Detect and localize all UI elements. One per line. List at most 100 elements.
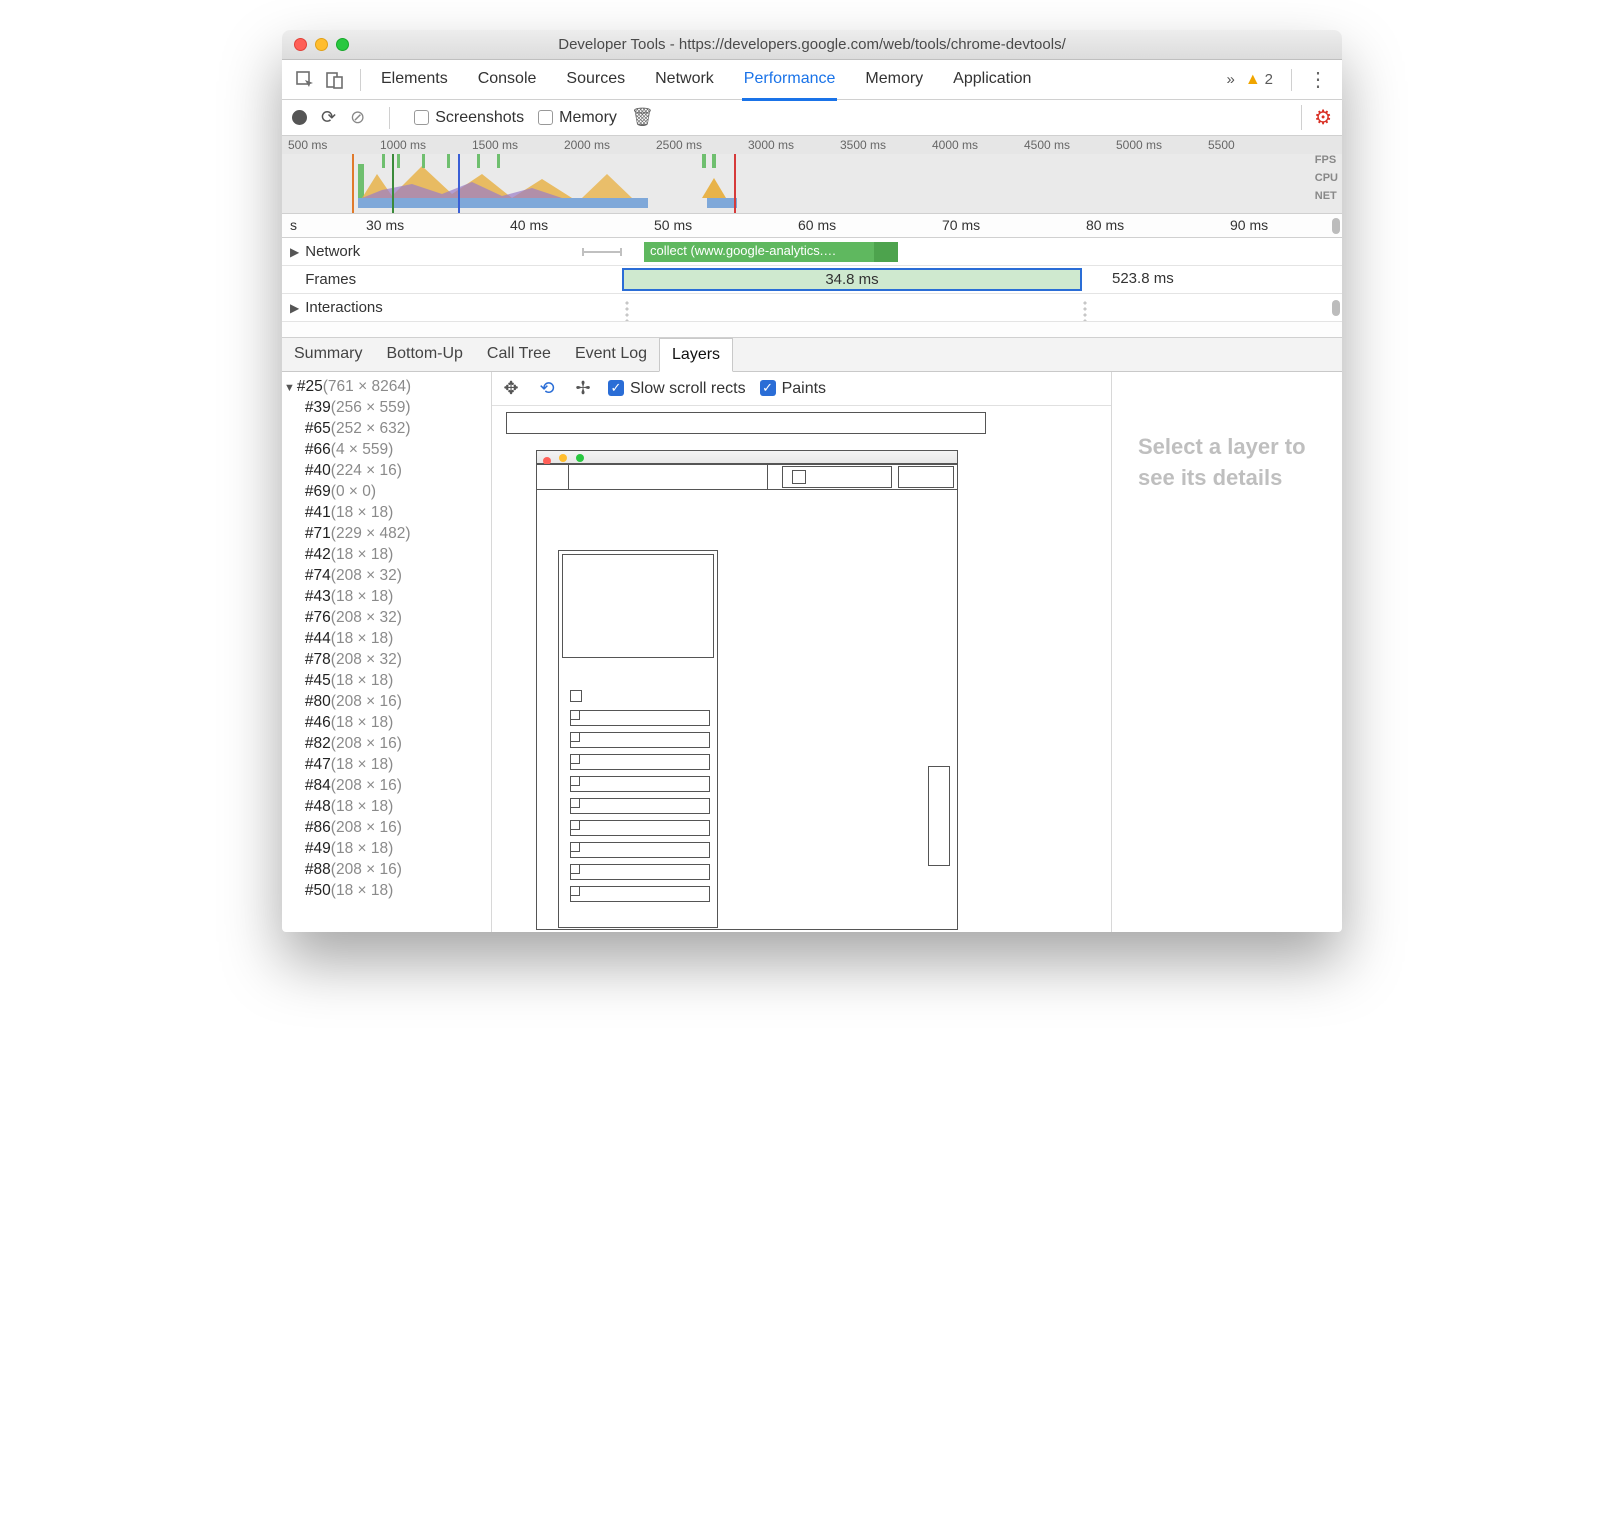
detail-tab-call-tree[interactable]: Call Tree bbox=[475, 338, 563, 371]
frames-row[interactable]: ▶ Frames 34.8 ms 523.8 ms bbox=[282, 266, 1342, 294]
memory-checkbox[interactable]: Memory bbox=[538, 109, 617, 127]
detail-ruler-tick: 90 ms bbox=[1230, 217, 1268, 233]
overview-timeline[interactable]: 500 ms1000 ms1500 ms2000 ms2500 ms3000 m… bbox=[282, 136, 1342, 214]
overview-tick: 5500 bbox=[1208, 138, 1235, 152]
overview-tick: 5000 ms bbox=[1116, 138, 1162, 152]
layers-3d-view[interactable] bbox=[492, 406, 1111, 932]
layer-tree-item[interactable]: #50(18 × 18) bbox=[284, 880, 491, 901]
layer-tree-item[interactable]: #46(18 × 18) bbox=[284, 712, 491, 733]
customize-icon[interactable]: ⋮ bbox=[1308, 67, 1328, 92]
window-titlebar: Developer Tools - https://developers.goo… bbox=[282, 30, 1342, 60]
overview-tick: 2500 ms bbox=[656, 138, 702, 152]
detail-tab-summary[interactable]: Summary bbox=[282, 338, 374, 371]
capture-settings-icon[interactable]: ⚙ bbox=[1301, 105, 1332, 130]
overview-metric-label: FPS bbox=[1315, 154, 1338, 166]
layer-tree-item[interactable]: #69(0 × 0) bbox=[284, 481, 491, 502]
layers-canvas-toolbar: ✥ ⟲ ✢ ✓Slow scroll rects ✓Paints bbox=[492, 372, 1111, 406]
overview-tick: 3500 ms bbox=[840, 138, 886, 152]
record-button[interactable] bbox=[292, 110, 307, 125]
reload-record-icon[interactable]: ⟳ bbox=[321, 107, 336, 128]
detail-ruler-tick: 30 ms bbox=[366, 217, 404, 233]
layer-tree-item[interactable]: #49(18 × 18) bbox=[284, 838, 491, 859]
panel-tabs: Elements Console Sources Network Performance… bbox=[379, 60, 1216, 100]
inspect-element-icon[interactable] bbox=[294, 69, 316, 91]
garbage-collect-icon[interactable]: 🗑 bbox=[631, 107, 654, 128]
layer-tree-item[interactable]: #43(18 × 18) bbox=[284, 586, 491, 607]
warnings-indicator[interactable]: ▲ 2 bbox=[1245, 71, 1273, 89]
layer-tree-item[interactable]: #82(208 × 16) bbox=[284, 733, 491, 754]
layer-tree-item[interactable]: #65(252 × 632) bbox=[284, 418, 491, 439]
panel-tab-application[interactable]: Application bbox=[951, 60, 1033, 100]
slow-scroll-rects-checkbox[interactable]: ✓Slow scroll rects bbox=[608, 380, 746, 398]
layer-details-placeholder: Select a layer to see its details bbox=[1112, 372, 1342, 932]
network-whisker bbox=[582, 251, 622, 253]
overview-tick: 1000 ms bbox=[380, 138, 426, 152]
detail-tab-bottom-up[interactable]: Bottom-Up bbox=[374, 338, 474, 371]
overview-tick: 2000 ms bbox=[564, 138, 610, 152]
layer-tree-item[interactable]: #66(4 × 559) bbox=[284, 439, 491, 460]
layer-tree-item[interactable]: #84(208 × 16) bbox=[284, 775, 491, 796]
layer-tree-item[interactable]: #45(18 × 18) bbox=[284, 670, 491, 691]
overview-tick: 4500 ms bbox=[1024, 138, 1070, 152]
layer-tree-item[interactable]: #48(18 × 18) bbox=[284, 796, 491, 817]
network-request-block[interactable]: collect (www.google-analytics.… bbox=[644, 242, 874, 262]
panel-tab-elements[interactable]: Elements bbox=[379, 60, 450, 100]
layer-tree-item[interactable]: #74(208 × 32) bbox=[284, 565, 491, 586]
overview-tick: 500 ms bbox=[288, 138, 327, 152]
layer-tree-item[interactable]: #47(18 × 18) bbox=[284, 754, 491, 775]
rotate-icon[interactable]: ⟲ bbox=[536, 378, 558, 399]
panel-tab-memory[interactable]: Memory bbox=[863, 60, 925, 100]
layer-tree-item[interactable]: #78(208 × 32) bbox=[284, 649, 491, 670]
more-panels-icon[interactable]: » bbox=[1226, 71, 1234, 88]
detail-ruler-tick: s bbox=[290, 217, 297, 233]
panel-tab-console[interactable]: Console bbox=[476, 60, 539, 100]
reset-icon[interactable]: ✢ bbox=[572, 378, 594, 399]
layer-tree-item[interactable]: #39(256 × 559) bbox=[284, 397, 491, 418]
warning-count: 2 bbox=[1265, 71, 1273, 88]
frame-block-selected[interactable]: 34.8 ms bbox=[622, 268, 1082, 291]
panel-tab-sources[interactable]: Sources bbox=[564, 60, 627, 100]
panel-tab-performance[interactable]: Performance bbox=[742, 60, 838, 101]
paints-checkbox[interactable]: ✓Paints bbox=[760, 380, 826, 398]
overview-metric-label: CPU bbox=[1315, 172, 1338, 184]
collapse-icon[interactable]: ▼ bbox=[284, 382, 295, 394]
panel-tab-network[interactable]: Network bbox=[653, 60, 716, 100]
zoom-window-button[interactable] bbox=[336, 38, 349, 51]
performance-toolbar: ⟳ ⊘ Screenshots Memory 🗑 ⚙ bbox=[282, 100, 1342, 136]
detail-ruler[interactable]: s30 ms40 ms50 ms60 ms70 ms80 ms90 ms bbox=[282, 214, 1342, 238]
layer-tree-item[interactable]: #76(208 × 32) bbox=[284, 607, 491, 628]
layer-tree-item[interactable]: ▼#25(761 × 8264) bbox=[284, 376, 491, 397]
close-window-button[interactable] bbox=[294, 38, 307, 51]
layer-tree-item[interactable]: #41(18 × 18) bbox=[284, 502, 491, 523]
overview-ruler: 500 ms1000 ms1500 ms2000 ms2500 ms3000 m… bbox=[282, 136, 1342, 154]
clear-icon[interactable]: ⊘ bbox=[350, 107, 365, 128]
interactions-row[interactable]: ▶ Interactions bbox=[282, 294, 1342, 322]
detail-ruler-tick: 70 ms bbox=[942, 217, 980, 233]
network-request-block[interactable] bbox=[874, 242, 898, 262]
scroll-thumb[interactable] bbox=[1332, 300, 1340, 316]
detail-tab-event-log[interactable]: Event Log bbox=[563, 338, 659, 371]
detail-tab-layers[interactable]: Layers bbox=[659, 338, 733, 372]
layer-tree-item[interactable]: #80(208 × 16) bbox=[284, 691, 491, 712]
layers-tree[interactable]: ▼#25(761 × 8264) #39(256 × 559) #65(252 … bbox=[282, 372, 492, 932]
pan-icon[interactable]: ✥ bbox=[500, 378, 522, 399]
layer-tree-item[interactable]: #40(224 × 16) bbox=[284, 460, 491, 481]
minimize-window-button[interactable] bbox=[315, 38, 328, 51]
layers-canvas-wrap: ✥ ⟲ ✢ ✓Slow scroll rects ✓Paints bbox=[492, 372, 1112, 932]
scroll-thumb[interactable] bbox=[1332, 218, 1340, 234]
expand-icon[interactable]: ▶ bbox=[290, 301, 299, 315]
overview-chart bbox=[282, 154, 1302, 214]
layer-tree-item[interactable]: #44(18 × 18) bbox=[284, 628, 491, 649]
device-toggle-icon[interactable] bbox=[324, 69, 346, 91]
layer-tree-item[interactable]: #88(208 × 16) bbox=[284, 859, 491, 880]
warning-icon: ▲ bbox=[1245, 71, 1261, 89]
expand-icon[interactable]: ▶ bbox=[290, 245, 299, 259]
layer-tree-item[interactable]: #71(229 × 482) bbox=[284, 523, 491, 544]
layer-tree-item[interactable]: #42(18 × 18) bbox=[284, 544, 491, 565]
screenshots-checkbox[interactable]: Screenshots bbox=[414, 109, 524, 127]
layer-tree-item[interactable]: #86(208 × 16) bbox=[284, 817, 491, 838]
network-row[interactable]: ▶ Network collect (www.google-analytics.… bbox=[282, 238, 1342, 266]
devtools-toolbar: Elements Console Sources Network Performance… bbox=[282, 60, 1342, 100]
detail-ruler-tick: 60 ms bbox=[798, 217, 836, 233]
frame-block[interactable]: 523.8 ms bbox=[1112, 270, 1174, 287]
